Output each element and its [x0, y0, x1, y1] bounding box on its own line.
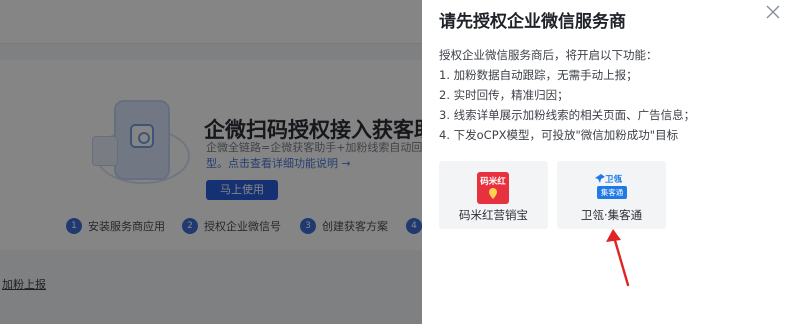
- feature-item: 3. 线索详单展示加粉线索的相关页面、广告信息；: [439, 108, 696, 122]
- provider-name: 码米红营销宝: [459, 208, 528, 222]
- intro-text: 授权企业微信服务商后，将开启以下功能：: [439, 48, 658, 62]
- provider-list: 码米红 码米红营销宝 卫瓴 集客通 卫瓴·集客通: [439, 161, 669, 231]
- close-icon: [766, 5, 780, 19]
- annotation-arrow-icon: [606, 229, 630, 287]
- drawer-title: 请先授权企业微信服务商: [439, 12, 626, 32]
- pin-icon: [489, 188, 497, 199]
- close-button[interactable]: [764, 3, 782, 21]
- provider-tile-weiling[interactable]: 卫瓴 集客通 卫瓴·集客通: [557, 161, 666, 229]
- weiling-logo: 卫瓴 集客通: [595, 172, 629, 204]
- feature-item: 2. 实时回传，精准归因；: [439, 88, 569, 102]
- feature-item: 1. 加粉数据自动跟踪，无需手动上报；: [439, 68, 638, 82]
- feature-list: 授权企业微信服务商后，将开启以下功能： 1. 加粉数据自动跟踪，无需手动上报； …: [439, 45, 791, 145]
- bird-icon: [595, 174, 605, 183]
- feature-item: 4. 下发oCPX模型，可投放"微信加粉成功"目标: [439, 128, 679, 142]
- provider-name: 卫瓴·集客通: [580, 208, 643, 222]
- provider-tile-mamihong[interactable]: 码米红 码米红营销宝: [439, 161, 548, 229]
- modal-overlay[interactable]: [0, 0, 422, 324]
- mamihong-logo: 码米红: [477, 172, 509, 204]
